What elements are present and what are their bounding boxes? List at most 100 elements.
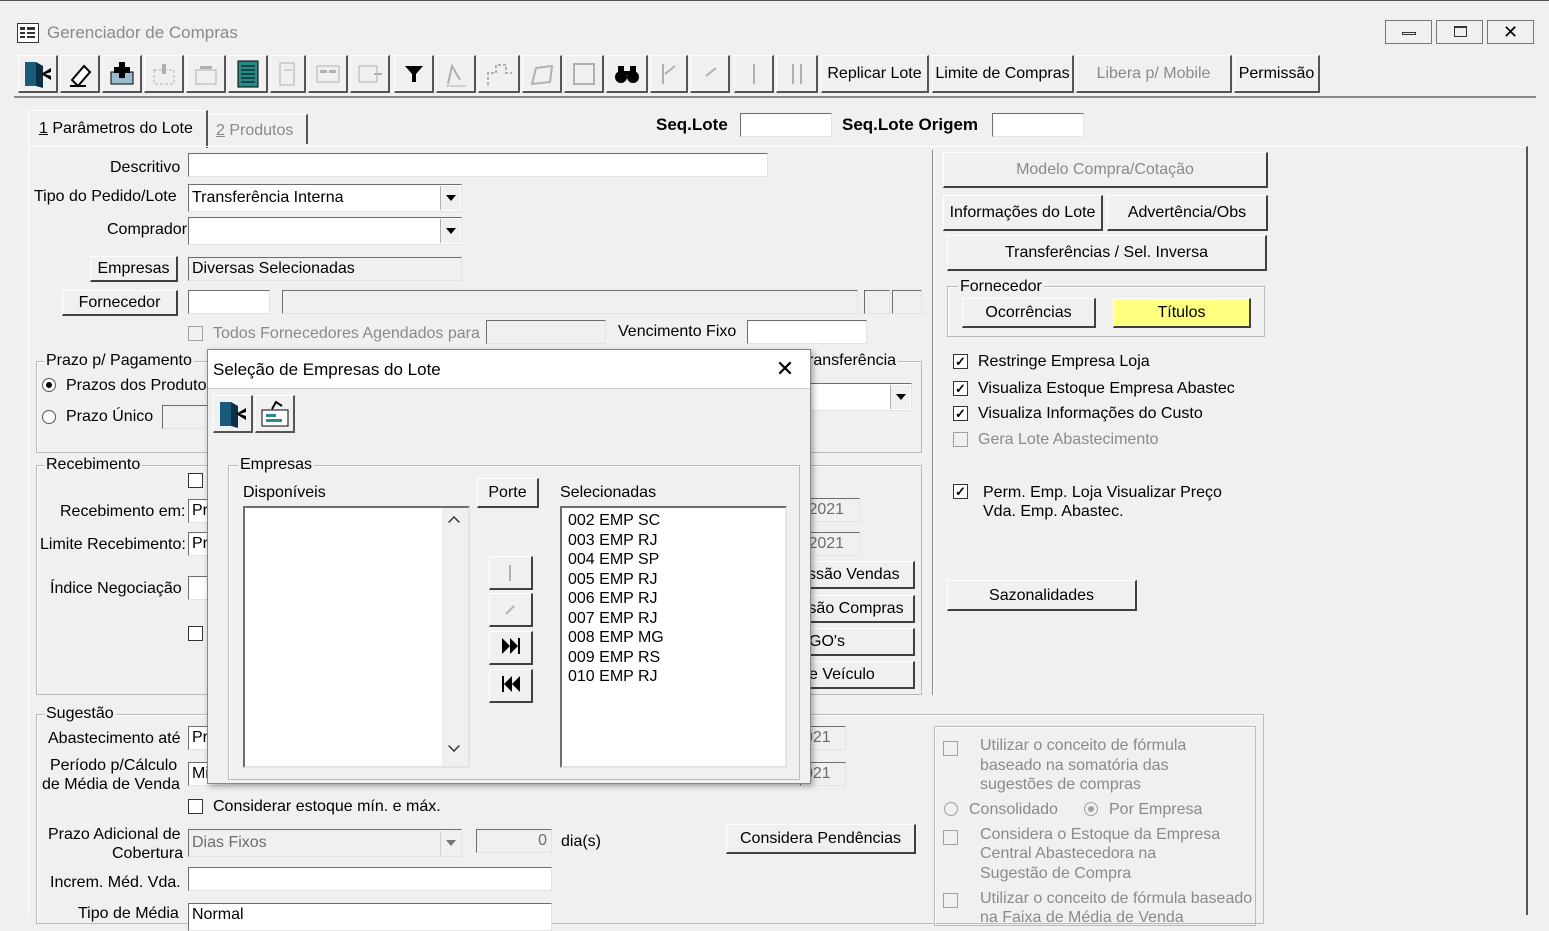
fornecedor-button[interactable]: Fornecedor xyxy=(62,290,178,316)
prazo-unico-radio[interactable] xyxy=(42,410,56,424)
modelo-compra-button[interactable]: Modelo Compra/Cotação xyxy=(943,152,1268,188)
maximize-button[interactable] xyxy=(1436,20,1483,44)
considerar-estoque-label: Considerar estoque mín. e máx. xyxy=(213,798,441,815)
increm-med-vda-field[interactable] xyxy=(188,867,552,891)
cut-icon xyxy=(153,63,174,84)
title-bar: Gerenciador de Compras ✕ xyxy=(0,0,1549,44)
move-all-left-button[interactable] xyxy=(489,669,533,703)
scroll-down-icon[interactable] xyxy=(448,740,460,752)
exit-icon xyxy=(24,61,51,88)
consolidado-label: Consolidado xyxy=(969,801,1058,818)
perm-emp-label-2: Vda. Emp. Abastec. xyxy=(983,503,1124,520)
visualiza-custo-checkbox[interactable]: ✓ xyxy=(953,406,968,421)
empresas-field: Diversas Selecionadas xyxy=(188,257,462,281)
dialog-save-button[interactable] xyxy=(255,395,295,433)
notebook-button[interactable] xyxy=(228,55,268,93)
ocorrencias-button[interactable]: Ocorrências xyxy=(962,298,1096,328)
modelo-compra-label: Modelo Compra/Cotação xyxy=(1016,161,1194,178)
copy-icon xyxy=(279,62,294,85)
increm-med-vda-label: Increm. Méd. Vda. xyxy=(50,874,181,891)
close-button[interactable]: ✕ xyxy=(1487,20,1534,44)
seq-lote-origem-field[interactable] xyxy=(992,113,1084,137)
dialog-exit-button[interactable] xyxy=(213,395,253,433)
shape-button xyxy=(522,55,562,93)
recebimento-checkbox[interactable] xyxy=(188,473,203,488)
tipo-media-select[interactable]: Normal xyxy=(188,903,552,931)
list-item[interactable]: 010 EMP RJ xyxy=(568,667,779,687)
restringe-empresa-checkbox[interactable]: ✓ xyxy=(953,354,968,369)
titulos-button[interactable]: Títulos xyxy=(1113,298,1251,328)
transferencias-button[interactable]: Transferências / Sel. Inversa xyxy=(947,235,1267,271)
considera-estoque-label-3: Sugestão de Compra xyxy=(980,865,1132,882)
list-item[interactable]: 007 EMP RJ xyxy=(568,609,779,629)
porte-button[interactable]: Porte xyxy=(477,478,539,508)
list-item[interactable]: 006 EMP RJ xyxy=(568,589,779,609)
recebimento-checkbox-2[interactable] xyxy=(188,626,203,641)
limite-compras-button[interactable]: Limite de Compras xyxy=(932,55,1074,93)
list-item[interactable]: 002 EMP SC xyxy=(568,511,779,531)
transferencia-select[interactable] xyxy=(800,383,912,411)
scroll-up-icon[interactable] xyxy=(448,516,460,528)
empresas-value: Diversas Selecionadas xyxy=(192,260,355,277)
cut-button xyxy=(144,55,184,93)
comprador-select[interactable] xyxy=(188,217,462,245)
permissao-button[interactable]: Permissão xyxy=(1234,55,1320,93)
considerar-estoque-checkbox[interactable] xyxy=(188,799,203,814)
disponiveis-list[interactable] xyxy=(243,506,470,768)
sazonalidades-button[interactable]: Sazonalidades xyxy=(947,580,1137,611)
tipo-pedido-select[interactable]: Transferência Interna xyxy=(188,184,462,212)
descritivo-field[interactable] xyxy=(188,153,768,177)
visualiza-estoque-checkbox[interactable]: ✓ xyxy=(953,381,968,396)
search-button[interactable] xyxy=(606,55,648,93)
considera-pendencias-button[interactable]: Considera Pendências xyxy=(726,824,916,854)
advertencia-button[interactable]: Advertência/Obs xyxy=(1107,195,1268,231)
disponiveis-scrollbar[interactable] xyxy=(442,508,468,766)
eraser-icon xyxy=(69,64,91,87)
list-item[interactable]: 008 EMP MG xyxy=(568,628,779,648)
move-left-button xyxy=(489,593,533,627)
minimize-button[interactable] xyxy=(1385,20,1432,44)
prazo-adicional-label-1: Prazo Adicional de xyxy=(48,826,181,843)
gos-label: GO's xyxy=(809,633,845,650)
list-item[interactable]: 004 EMP SP xyxy=(568,550,779,570)
selecionadas-label: Selecionadas xyxy=(560,484,657,501)
fornecedor-code-field[interactable] xyxy=(188,290,270,314)
next-icon xyxy=(752,63,755,84)
filter-button[interactable] xyxy=(394,55,434,93)
replicar-lote-button[interactable]: Replicar Lote xyxy=(821,55,929,93)
transferencias-label: Transferências / Sel. Inversa xyxy=(1004,244,1209,261)
seq-lote-label: Seq.Lote xyxy=(656,115,728,134)
first-icon xyxy=(661,63,676,84)
sazonalidades-label: Sazonalidades xyxy=(989,587,1094,604)
tab-parametros[interactable]: 1 Parâmetros do Lote xyxy=(28,110,208,148)
restringe-empresa-label: Restringe Empresa Loja xyxy=(978,353,1150,370)
list-item[interactable]: 009 EMP RS xyxy=(568,648,779,668)
eraser-button[interactable] xyxy=(60,55,100,93)
last-button xyxy=(776,55,818,93)
double-left-icon xyxy=(501,676,520,692)
pencil-button xyxy=(436,55,476,93)
add-button[interactable] xyxy=(102,55,142,93)
prev-icon xyxy=(704,66,717,77)
limite-recebimento-value: Pr xyxy=(192,535,208,552)
vencimento-fixo-field[interactable] xyxy=(747,320,867,344)
dialog-empresas-title: Empresas xyxy=(238,456,315,474)
informacoes-lote-button[interactable]: Informações do Lote xyxy=(943,195,1103,231)
app-menu-icon[interactable] xyxy=(17,23,39,43)
selecionadas-list[interactable]: 002 EMP SC 003 EMP RJ 004 EMP SP 005 EMP… xyxy=(560,506,787,768)
list-item[interactable]: 003 EMP RJ xyxy=(568,531,779,551)
move-all-right-button[interactable] xyxy=(489,631,533,665)
empresas-button[interactable]: Empresas xyxy=(90,256,178,282)
exit-button[interactable] xyxy=(18,55,58,93)
notebook-icon xyxy=(237,60,258,87)
vertical-divider xyxy=(932,150,934,695)
prazos-produtos-radio[interactable] xyxy=(42,378,56,392)
tab-produtos[interactable]: 2 Produtos xyxy=(208,114,308,144)
dialog-title: Seleção de Empresas do Lote xyxy=(213,360,441,379)
perm-emp-checkbox[interactable]: ✓ xyxy=(953,484,968,499)
dialog-close-icon[interactable]: ✕ xyxy=(770,354,800,384)
binoculars-icon xyxy=(614,65,639,83)
list-item[interactable]: 005 EMP RJ xyxy=(568,570,779,590)
dialog-toolbar xyxy=(210,393,810,437)
seq-lote-field[interactable] xyxy=(740,113,832,137)
